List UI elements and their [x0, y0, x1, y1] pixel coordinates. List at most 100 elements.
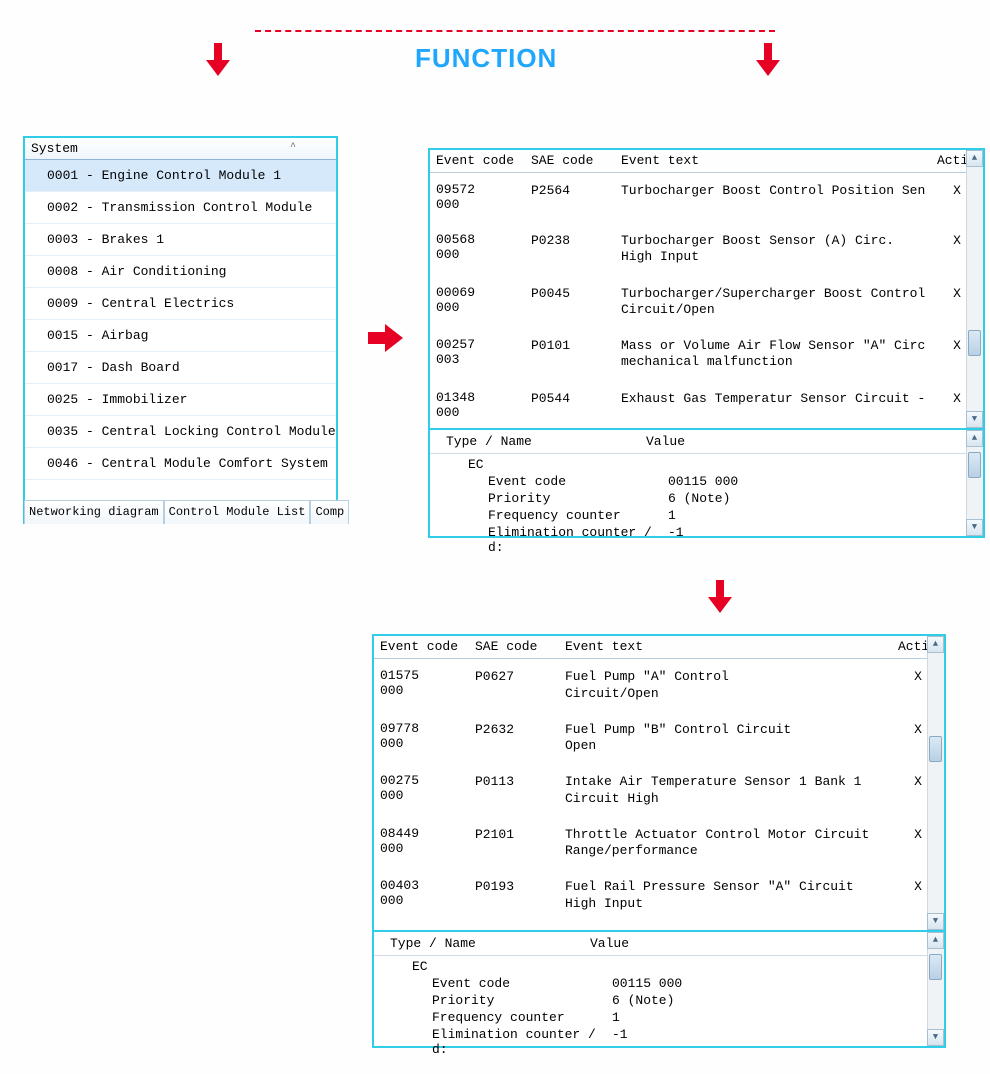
scroll-thumb[interactable] — [929, 736, 942, 762]
details-row: Frequency counter1 — [374, 1009, 927, 1026]
scroll-up-icon[interactable]: ▲ — [927, 932, 944, 949]
list-item[interactable]: 0001 - Engine Control Module 1 — [25, 160, 336, 192]
scroll-thumb[interactable] — [968, 452, 981, 478]
cell-sae-code: P2564 — [531, 183, 621, 198]
system-column-header[interactable]: System ^ — [25, 138, 336, 160]
cell-event-text: Turbocharger Boost Sensor (A) Circ. High… — [621, 233, 937, 266]
event-table-header: Event code SAE code Event text Active — [430, 150, 983, 173]
scroll-thumb[interactable] — [968, 330, 981, 356]
details-value: 00115 000 — [668, 474, 738, 489]
list-item[interactable]: 0002 - Transmission Control Module — [25, 192, 336, 224]
tab-bar: Networking diagram Control Module List C… — [24, 500, 349, 524]
list-item[interactable]: 0035 - Central Locking Control Module — [25, 416, 336, 448]
scroll-down-icon[interactable]: ▼ — [966, 519, 983, 536]
details-col-name[interactable]: Type / Name — [380, 936, 590, 951]
table-row[interactable]: 09572000P2564Turbocharger Boost Control … — [430, 173, 983, 223]
details-value: 1 — [612, 1010, 620, 1025]
event-panel-1: Event code SAE code Event text Active 09… — [428, 148, 985, 538]
cell-event-text: Turbocharger/Supercharger Boost Control … — [621, 286, 937, 319]
col-sae-code[interactable]: SAE code — [531, 153, 621, 169]
table-row[interactable]: 00403000P0193Fuel Rail Pressure Sensor "… — [374, 869, 944, 922]
cell-event-text: Intake Air Temperature Sensor 1 Bank 1 C… — [565, 774, 898, 807]
table-row[interactable]: 01575000P0627Fuel Pump "A" Control Circu… — [374, 659, 944, 712]
scroll-up-icon[interactable]: ▲ — [966, 430, 983, 447]
cell-sae-code: P2632 — [475, 722, 565, 737]
cell-event-code: 09778000 — [380, 722, 475, 752]
cell-sae-code: P0113 — [475, 774, 565, 789]
col-event-text[interactable]: Event text — [565, 639, 898, 655]
list-item[interactable]: 0003 - Brakes 1 — [25, 224, 336, 256]
details-row: Priority6 (Note) — [430, 490, 966, 507]
details-col-value[interactable]: Value — [590, 936, 629, 951]
cell-event-text: Fuel Pump "B" Control Circuit Open — [565, 722, 898, 755]
table-row[interactable]: 09778000P2632Fuel Pump "B" Control Circu… — [374, 712, 944, 765]
details-key: Elimination counter / d: — [380, 1027, 612, 1057]
table-row[interactable]: 00275000P0113Intake Air Temperature Sens… — [374, 764, 944, 817]
scroll-up-icon[interactable]: ▲ — [966, 150, 983, 167]
details-pane: Type / Name Value ECEvent code00115 000P… — [430, 428, 983, 536]
cell-event-code: 01348000 — [436, 391, 531, 421]
cell-sae-code: P0101 — [531, 338, 621, 353]
scrollbar[interactable]: ▲ ▼ — [966, 150, 983, 428]
col-event-code[interactable]: Event code — [380, 639, 475, 655]
details-row: Priority6 (Note) — [374, 992, 927, 1009]
cell-event-code: 00257003 — [436, 338, 531, 368]
cell-event-text: Turbocharger Boost Control Position Sen — [621, 183, 937, 199]
col-event-code[interactable]: Event code — [436, 153, 531, 169]
cell-event-code: 09572000 — [436, 183, 531, 213]
scrollbar[interactable]: ▲ ▼ — [927, 636, 944, 930]
cell-event-text: Fuel Rail Pressure Sensor "A" Circuit Hi… — [565, 879, 898, 912]
col-sae-code[interactable]: SAE code — [475, 639, 565, 655]
scroll-down-icon[interactable]: ▼ — [927, 1029, 944, 1046]
list-item[interactable]: 0017 - Dash Board — [25, 352, 336, 384]
tab-networking-diagram[interactable]: Networking diagram — [24, 500, 164, 524]
details-key: Priority — [436, 491, 668, 506]
table-row[interactable]: 00257003P0101Mass or Volume Air Flow Sen… — [430, 328, 983, 381]
details-key: Frequency counter — [436, 508, 668, 523]
scroll-thumb[interactable] — [929, 954, 942, 980]
table-row[interactable]: 00069000P0045Turbocharger/Supercharger B… — [430, 276, 983, 329]
scroll-up-icon[interactable]: ▲ — [927, 636, 944, 653]
details-value: 1 — [668, 508, 676, 523]
list-item[interactable]: 0015 - Airbag — [25, 320, 336, 352]
tab-comp[interactable]: Comp — [310, 500, 349, 524]
list-item[interactable]: 0025 - Immobilizer — [25, 384, 336, 416]
scroll-down-icon[interactable]: ▼ — [927, 913, 944, 930]
cell-event-code: 08449000 — [380, 827, 475, 857]
details-col-name[interactable]: Type / Name — [436, 434, 646, 449]
cell-sae-code: P0045 — [531, 286, 621, 301]
cell-sae-code: P2101 — [475, 827, 565, 842]
system-panel: System ^ 0001 - Engine Control Module 1 … — [23, 136, 338, 524]
sort-icon: ^ — [290, 142, 296, 153]
scroll-down-icon[interactable]: ▼ — [966, 411, 983, 428]
scrollbar[interactable]: ▲ ▼ — [966, 430, 983, 536]
event-rows: 01575000P0627Fuel Pump "A" Control Circu… — [374, 659, 944, 923]
list-item[interactable]: 0009 - Central Electrics — [25, 288, 336, 320]
divider — [255, 30, 775, 32]
cell-sae-code: P0627 — [475, 669, 565, 684]
details-row: Event code00115 000 — [374, 975, 927, 992]
cell-event-text: Throttle Actuator Control Motor Circuit … — [565, 827, 898, 860]
table-row[interactable]: 00568000P0238Turbocharger Boost Sensor (… — [430, 223, 983, 276]
table-row[interactable]: 08449000P2101Throttle Actuator Control M… — [374, 817, 944, 870]
event-table-header: Event code SAE code Event text Active — [374, 636, 944, 659]
details-col-value[interactable]: Value — [646, 434, 685, 449]
scrollbar[interactable]: ▲ ▼ — [927, 932, 944, 1046]
list-item[interactable]: 0046 - Central Module Comfort System — [25, 448, 336, 480]
system-list: 0001 - Engine Control Module 1 0002 - Tr… — [25, 160, 336, 480]
col-event-text[interactable]: Event text — [621, 153, 937, 169]
list-item[interactable]: 0008 - Air Conditioning — [25, 256, 336, 288]
details-value: -1 — [612, 1027, 628, 1057]
cell-event-code: 00568000 — [436, 233, 531, 263]
table-row[interactable]: 08852P2294Fuel Pressure Regulator "B" Co… — [374, 922, 944, 924]
details-key: Frequency counter — [380, 1010, 612, 1025]
cell-event-code: 00275000 — [380, 774, 475, 804]
details-value: 6 (Note) — [668, 491, 730, 506]
event-rows: 09572000P2564Turbocharger Boost Control … — [430, 173, 983, 421]
details-group: EC — [380, 959, 612, 974]
details-key: Event code — [380, 976, 612, 991]
tab-control-module-list[interactable]: Control Module List — [164, 500, 311, 524]
table-row[interactable]: 01348000P0544Exhaust Gas Temperatur Sens… — [430, 381, 983, 422]
event-panel-2: Event code SAE code Event text Active 01… — [372, 634, 946, 1048]
cell-sae-code: P0238 — [531, 233, 621, 248]
